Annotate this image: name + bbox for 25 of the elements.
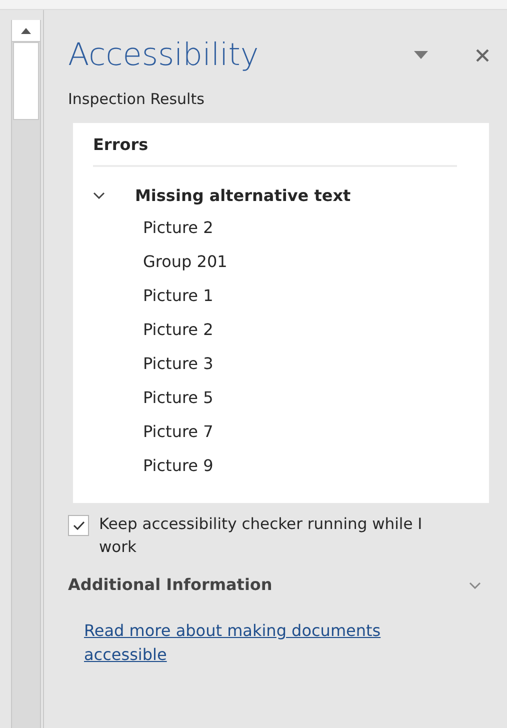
tree-item[interactable]: Picture 1: [93, 278, 457, 313]
tree-item[interactable]: Picture 2: [93, 210, 457, 245]
tree-item[interactable]: Picture 2: [93, 312, 457, 347]
tree-item[interactable]: Group 201: [93, 244, 457, 279]
help-link[interactable]: Read more about making documents accessible: [84, 619, 459, 668]
close-icon: [476, 48, 489, 62]
tree-item[interactable]: Picture 7: [93, 414, 457, 449]
pane-title: Accessibility: [68, 38, 260, 72]
tree-item[interactable]: Picture 5: [93, 380, 457, 415]
section-label: Inspection Results: [68, 89, 206, 110]
tree-item[interactable]: Picture 3: [93, 346, 457, 381]
checkbox[interactable]: [68, 514, 89, 536]
scroll-thumb[interactable]: [13, 42, 39, 120]
section-heading: Errors: [93, 132, 457, 167]
checkmark-icon: [72, 520, 84, 530]
close-button[interactable]: [476, 48, 489, 62]
tree-item[interactable]: Picture 9: [93, 448, 457, 483]
dropdown-triangle-icon: [414, 51, 428, 60]
scroll-up-button[interactable]: [12, 20, 40, 42]
tree-group-item[interactable]: Missing alternative text: [135, 184, 351, 208]
scrollbar[interactable]: [11, 20, 41, 728]
up-arrow-icon: [21, 28, 31, 34]
section-header[interactable]: Additional Information: [68, 573, 272, 598]
checkbox-label: Keep accessibility checker running while I work: [99, 514, 424, 558]
pane-options-button[interactable]: [414, 51, 428, 60]
